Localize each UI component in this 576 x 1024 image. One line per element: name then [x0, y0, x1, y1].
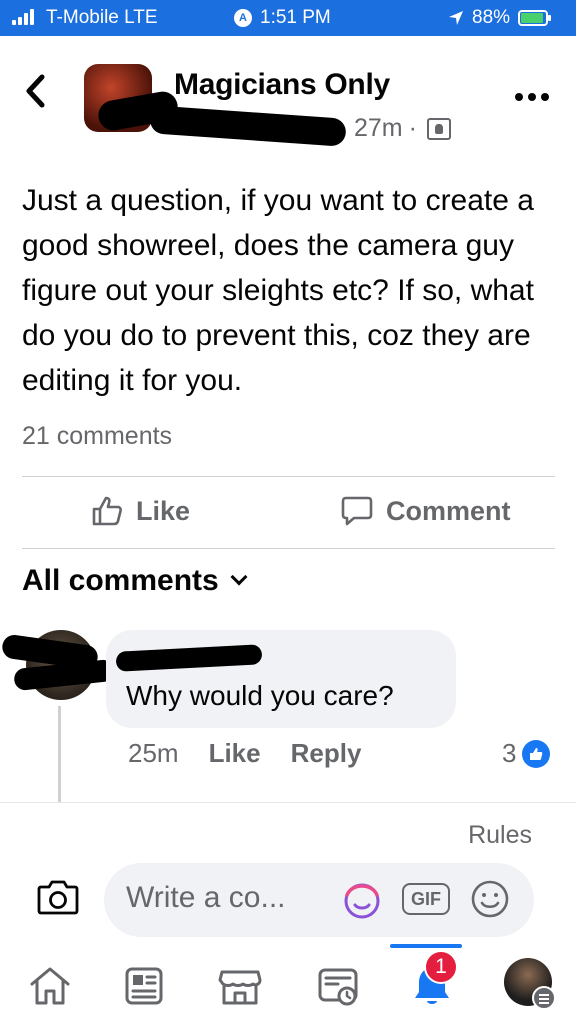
- comment-bubble[interactable]: [106, 630, 456, 728]
- comment-time: 25m: [128, 738, 179, 768]
- post-text: Just a question, if you want to create a…: [22, 184, 534, 397]
- carrier-label: T-Mobile LTE: [46, 7, 158, 28]
- alarm-icon: A: [234, 9, 252, 27]
- bottom-navigation: [0, 944, 576, 1024]
- group-name[interactable]: Magicians Only: [174, 68, 390, 102]
- post-time: 27m: [354, 114, 403, 142]
- feed-icon: [125, 967, 163, 1005]
- comment-button[interactable]: Comment: [340, 494, 511, 528]
- thread-line: [58, 706, 61, 802]
- divider: [22, 548, 555, 549]
- nav-watch[interactable]: [314, 962, 362, 1010]
- battery-percent: 88%: [472, 7, 511, 28]
- emoji-icon: [471, 880, 509, 918]
- clock: A 1:51 PM: [234, 7, 331, 29]
- comment-reply-button[interactable]: Reply: [291, 738, 362, 769]
- nav-marketplace[interactable]: [216, 962, 264, 1010]
- nav-home[interactable]: [26, 962, 74, 1010]
- watch-icon: [318, 968, 358, 1006]
- chevron-down-icon: [230, 568, 248, 586]
- camera-button[interactable]: [36, 877, 80, 917]
- nav-feeds[interactable]: [120, 962, 168, 1010]
- home-icon: [30, 967, 70, 1005]
- emoji-button[interactable]: [470, 879, 510, 919]
- avatar-sticker-button[interactable]: [338, 877, 386, 921]
- chevron-left-icon: [26, 74, 45, 108]
- ellipsis-icon: [515, 93, 549, 101]
- battery-icon: [518, 10, 552, 26]
- reaction-count: 3: [502, 738, 517, 768]
- active-tab-indicator: [390, 944, 462, 948]
- notification-badge: 1: [424, 950, 458, 984]
- more-options-button[interactable]: [514, 78, 550, 109]
- comment-composer: Rules Write a co... GIF: [0, 802, 576, 944]
- comment-count[interactable]: 21 comments: [22, 422, 172, 451]
- comment-text: Why would you care?: [126, 680, 394, 711]
- status-right: 88%: [448, 7, 552, 29]
- comment-reactions[interactable]: 3: [502, 738, 551, 769]
- comment-bubble-icon: [341, 496, 373, 526]
- post-meta: 27m ·: [354, 114, 451, 143]
- divider: [22, 476, 555, 477]
- thumbs-up-icon: [92, 496, 122, 526]
- gif-button[interactable]: GIF: [402, 883, 450, 915]
- like-label: Like: [136, 495, 191, 526]
- like-button[interactable]: Like: [90, 494, 190, 528]
- audience-icon[interactable]: [426, 117, 451, 140]
- signal-icon: [12, 9, 34, 25]
- comment-like-button[interactable]: Like: [209, 738, 261, 769]
- comment-filter-dropdown[interactable]: All comments: [22, 564, 248, 598]
- like-reaction-icon: [522, 739, 551, 768]
- marketplace-icon: [218, 970, 262, 1005]
- camera-icon: [37, 880, 79, 915]
- avatar-sticker-icon: [344, 883, 380, 919]
- menu-icon[interactable]: [532, 986, 556, 1010]
- status-bar: T-Mobile LTE A 1:51 PM 88%: [0, 0, 576, 36]
- meta-separator: ·: [408, 114, 417, 142]
- time-label: 1:51 PM: [260, 7, 331, 28]
- redaction-mark: [149, 105, 347, 147]
- location-arrow-icon: [449, 11, 463, 25]
- rules-link[interactable]: Rules: [468, 821, 532, 850]
- comment-actions: 25m Like Reply: [128, 738, 361, 769]
- comment-input-placeholder: Write a co...: [126, 881, 286, 914]
- all-comments-label: All comments: [22, 564, 219, 597]
- back-button[interactable]: [24, 74, 64, 114]
- comment-label: Comment: [386, 495, 511, 526]
